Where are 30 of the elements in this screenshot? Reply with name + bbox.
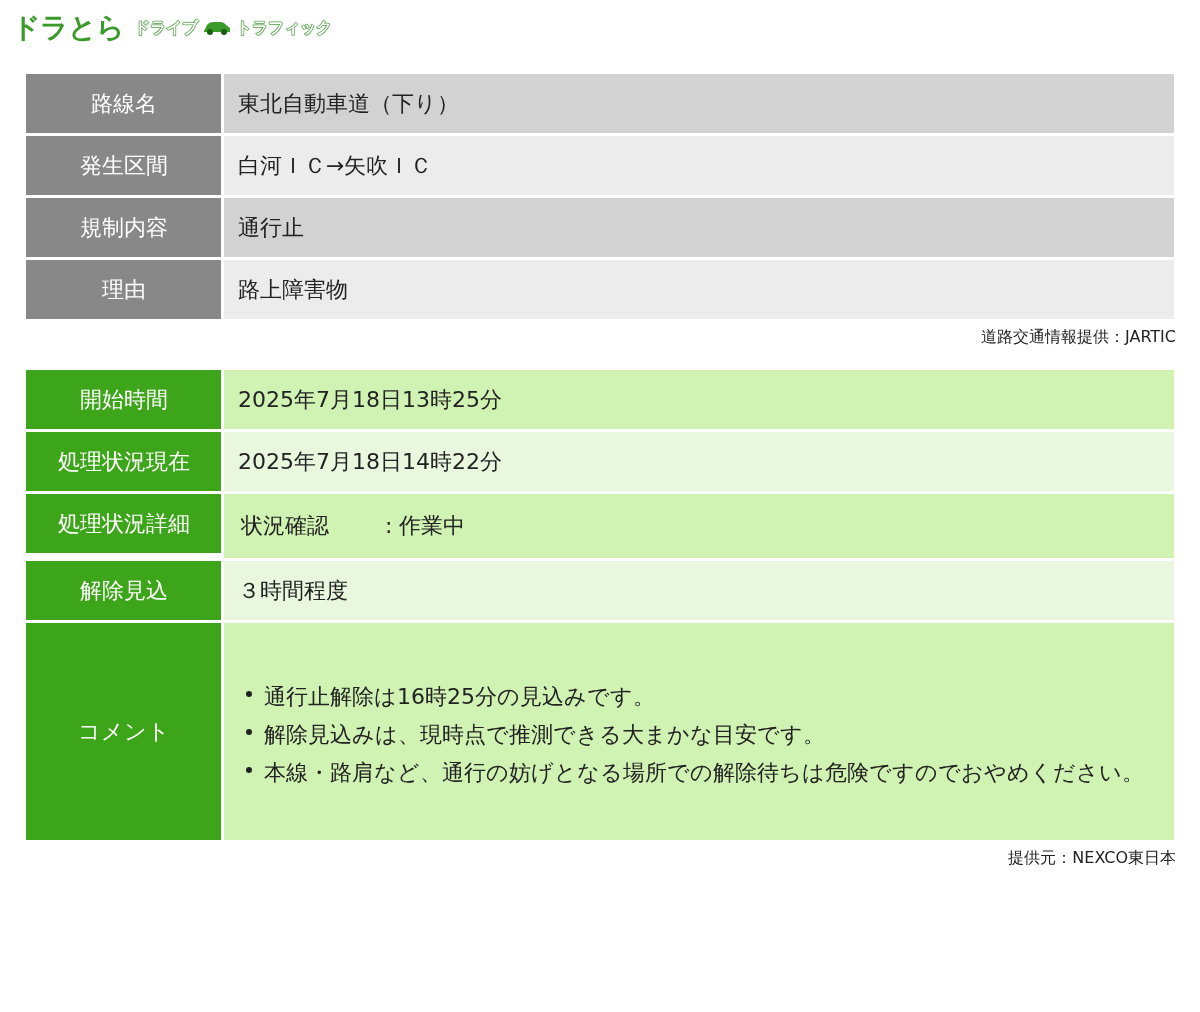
table-cell: 東北自動車道（下り） [224, 74, 1174, 133]
logo-subtitle: トラフィック [236, 17, 332, 39]
header-cell: 路線名 [26, 74, 221, 133]
status-value: : 作業中 [385, 512, 466, 540]
comment-text: 通行止解除は16時25分の見込みです。 [264, 682, 655, 711]
header-cell: 処理状況詳細 [26, 494, 221, 553]
bullet-icon [246, 690, 252, 697]
comment-text: 解除見込みは、現時点で推測できる大まかな目安です。 [264, 720, 825, 749]
header-cell: コメント [26, 623, 221, 840]
table-cell: 白河ＩＣ→矢吹ＩＣ [224, 136, 1174, 195]
bullet-icon [246, 728, 252, 735]
source-credit: 提供元：NEXCO東日本 [1007, 848, 1176, 869]
comment-text: 本線・路肩など、通行の妨げとなる場所での解除待ちは危険ですのでおやめください。 [264, 758, 1144, 787]
header-cell: 発生区間 [26, 136, 221, 195]
source-credit: 道路交通情報提供：JARTIC [980, 327, 1176, 348]
table-cell: ３時間程度 [224, 561, 1174, 620]
logo-text: ドラとら [12, 10, 124, 46]
header-cell: 解除見込 [26, 561, 221, 620]
bullet-icon [246, 766, 252, 773]
table-cell: 通行止 [224, 198, 1174, 257]
table-cell: 路上障害物 [224, 260, 1174, 319]
table-cell: 2025年7月18日14時22分 [224, 432, 1174, 491]
header-cell: 規制内容 [26, 198, 221, 257]
logo-subtitle: ドライブ [134, 17, 198, 39]
header-cell: 理由 [26, 260, 221, 319]
header-cell: 処理状況現在 [26, 432, 221, 491]
header-cell: 開始時間 [26, 370, 221, 429]
car-icon [202, 20, 232, 36]
table-cell: 2025年7月18日13時25分 [224, 370, 1174, 429]
status-label: 状況確認 [241, 512, 329, 540]
